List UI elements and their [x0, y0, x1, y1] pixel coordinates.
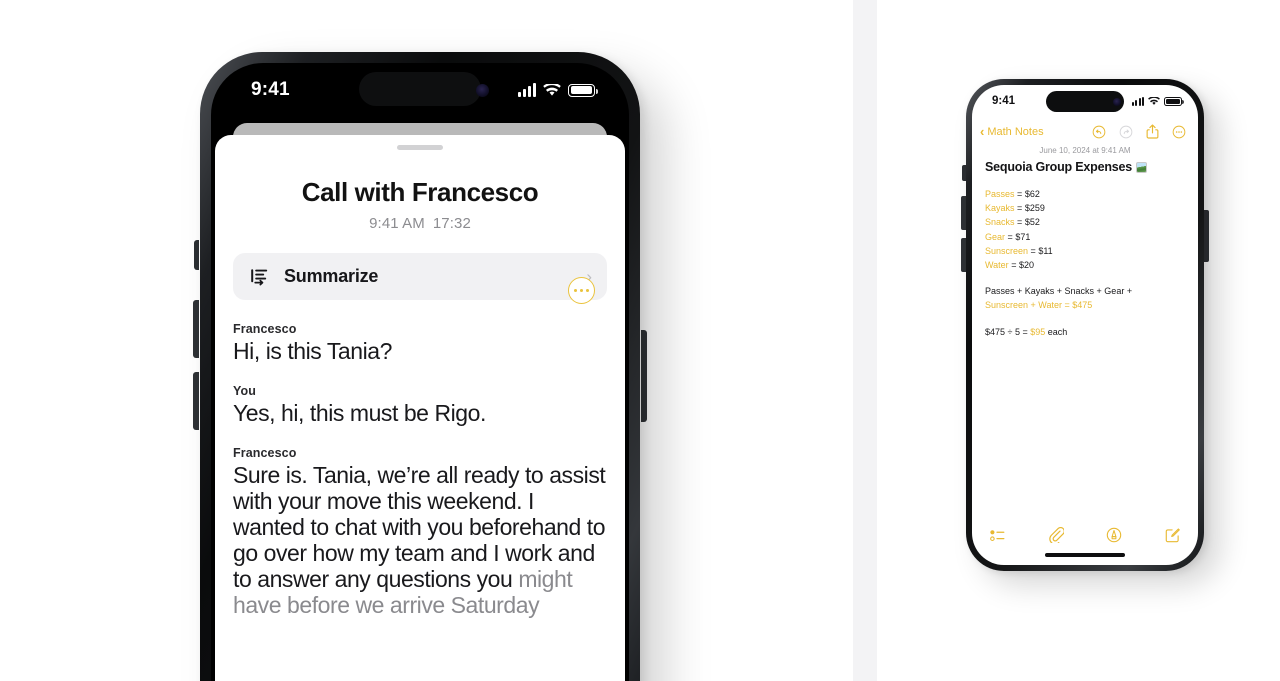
chevron-left-icon: ‹ [980, 124, 985, 139]
summarize-icon [251, 268, 268, 285]
transcript-text: Hi, is this Tania? [233, 338, 392, 364]
left-status-time: 9:41 [251, 79, 290, 100]
summarize-label: Summarize [284, 266, 379, 286]
note-body[interactable]: Sequoia Group Expenses Passes = $62 Kaya… [972, 155, 1198, 339]
transcript-entry: You Yes, hi, this must be Rigo. [233, 384, 609, 426]
expense-value: $259 [1024, 203, 1045, 214]
screenshot-canvas: 9:41 Call with Francesco 9:41 AM 17:32 S… [0, 0, 1280, 681]
division-line: $475 ÷ 5 = $95 each [985, 325, 1185, 339]
transcript-entry: Francesco Hi, is this Tania? [233, 322, 609, 364]
division-suffix: each [1047, 326, 1068, 337]
expense-label: Sunscreen [985, 245, 1029, 256]
signal-bars-icon [518, 82, 536, 97]
transcript-speaker: You [233, 384, 256, 398]
right-phone-power-button[interactable] [1204, 210, 1209, 262]
back-to-math-notes-button[interactable]: ‹ Math Notes [980, 125, 1044, 138]
expense-equals: = [1017, 217, 1023, 228]
expense-label: Gear [985, 231, 1006, 242]
expense-row: Snacks = $52 [985, 215, 1185, 229]
left-phone-volume-down-button[interactable] [193, 372, 199, 430]
battery-icon [1164, 96, 1184, 106]
left-status-bar: 9:41 [211, 63, 629, 117]
call-time: 9:41 AM [369, 215, 425, 232]
expense-label: Water [985, 260, 1009, 271]
division-result: $95 [1030, 326, 1046, 337]
wifi-icon [1148, 96, 1160, 105]
note-date: June 10, 2024 at 9:41 AM [1039, 146, 1131, 155]
wifi-icon [543, 83, 561, 96]
expense-label: Kayaks [985, 203, 1015, 214]
notes-navigation-bar: ‹ Math Notes [972, 117, 1198, 143]
expense-value: $11 [1038, 245, 1053, 256]
sheet-grabber-handle[interactable] [397, 145, 443, 150]
right-status-bar: 9:41 [972, 85, 1198, 117]
left-phone-device: 9:41 Call with Francesco 9:41 AM 17:32 S… [200, 52, 640, 681]
sum-expression-line-1: Passes + Kayaks + Snacks + Gear + [985, 286, 1133, 297]
sum-expression-prefix: Sunscreen + Water = [985, 300, 1070, 311]
dynamic-island [359, 72, 481, 106]
expense-value: $62 [1024, 189, 1040, 199]
expense-value: $20 [1018, 260, 1034, 271]
redo-icon [1119, 125, 1133, 138]
note-title: Sequoia Group Expenses [985, 160, 1185, 174]
page-title: Call with Francesco [301, 177, 539, 207]
undo-icon[interactable] [1092, 125, 1106, 139]
left-phone-silence-switch[interactable] [194, 240, 199, 270]
note-title-text: Sequoia Group Expenses [985, 160, 1133, 174]
transcript-text: Yes, hi, this must be Rigo. [233, 400, 486, 426]
notes-bottom-toolbar [972, 527, 1198, 543]
share-icon[interactable] [1146, 124, 1159, 139]
expense-row: Passes = $62 [985, 187, 1185, 201]
left-phone-power-button[interactable] [641, 330, 647, 422]
left-phone-volume-up-button[interactable] [193, 300, 199, 358]
expense-row: Kayaks = $259 [985, 201, 1185, 215]
expense-label: Snacks [985, 217, 1015, 228]
transcript-entry: Francesco Sure is. Tania, we’re all read… [233, 446, 609, 618]
attachment-icon[interactable] [1048, 527, 1064, 543]
division-prefix: $475 ÷ 5 = [985, 326, 1028, 337]
expense-value: $71 [1015, 231, 1031, 242]
call-transcript: Francesco Hi, is this Tania? You Yes, hi… [215, 300, 625, 618]
back-label: Math Notes [987, 125, 1044, 138]
more-options-icon[interactable] [568, 277, 595, 304]
expense-value: $52 [1024, 217, 1040, 228]
expense-row: Water = $20 [985, 258, 1185, 272]
home-indicator[interactable] [1045, 553, 1125, 557]
expense-row: Gear = $71 [985, 230, 1185, 244]
compose-icon[interactable] [1165, 527, 1180, 543]
expense-equals: = [1007, 231, 1013, 242]
front-camera-icon [476, 84, 490, 97]
expense-label: Passes [985, 189, 1015, 199]
expense-equals: = [1030, 245, 1036, 256]
call-duration: 17:32 [432, 215, 471, 232]
expense-equals: = [1017, 189, 1023, 199]
sum-expression-line-2: Sunscreen + Water = $475 [985, 298, 1185, 312]
right-status-time: 9:41 [992, 95, 1016, 107]
more-options-icon[interactable] [1172, 125, 1186, 139]
expense-equals: = [1011, 260, 1017, 271]
transcript-text: Sure is. Tania, we’re all ready to assis… [233, 462, 609, 618]
expense-row: Sunscreen = $11 [985, 244, 1185, 258]
transcript-speaker: Francesco [233, 322, 297, 336]
expense-equals: = [1017, 203, 1023, 214]
landscape-photo-thumbnail-icon[interactable] [1136, 161, 1148, 173]
call-meta: 9:41 AM 17:32 [215, 215, 625, 232]
markup-pen-icon[interactable] [1106, 527, 1122, 543]
signal-bars-icon [1132, 96, 1144, 106]
right-phone-screen: 9:41 ‹ Math Notes June 10, 2024 at 9:41 … [972, 85, 1198, 565]
left-phone-screen: 9:41 Call with Francesco 9:41 AM 17:32 S… [211, 63, 629, 681]
transcript-speaker: Francesco [233, 446, 297, 460]
summarize-button[interactable]: Summarize › [233, 253, 607, 300]
battery-icon [568, 83, 598, 97]
right-phone-device: 9:41 ‹ Math Notes June 10, 2024 at 9:41 … [966, 79, 1204, 571]
sum-total: $475 [1072, 300, 1093, 311]
call-sheet: Call with Francesco 9:41 AM 17:32 Summari… [215, 135, 625, 681]
checklist-icon[interactable] [990, 529, 1006, 542]
divider-band [853, 0, 877, 681]
